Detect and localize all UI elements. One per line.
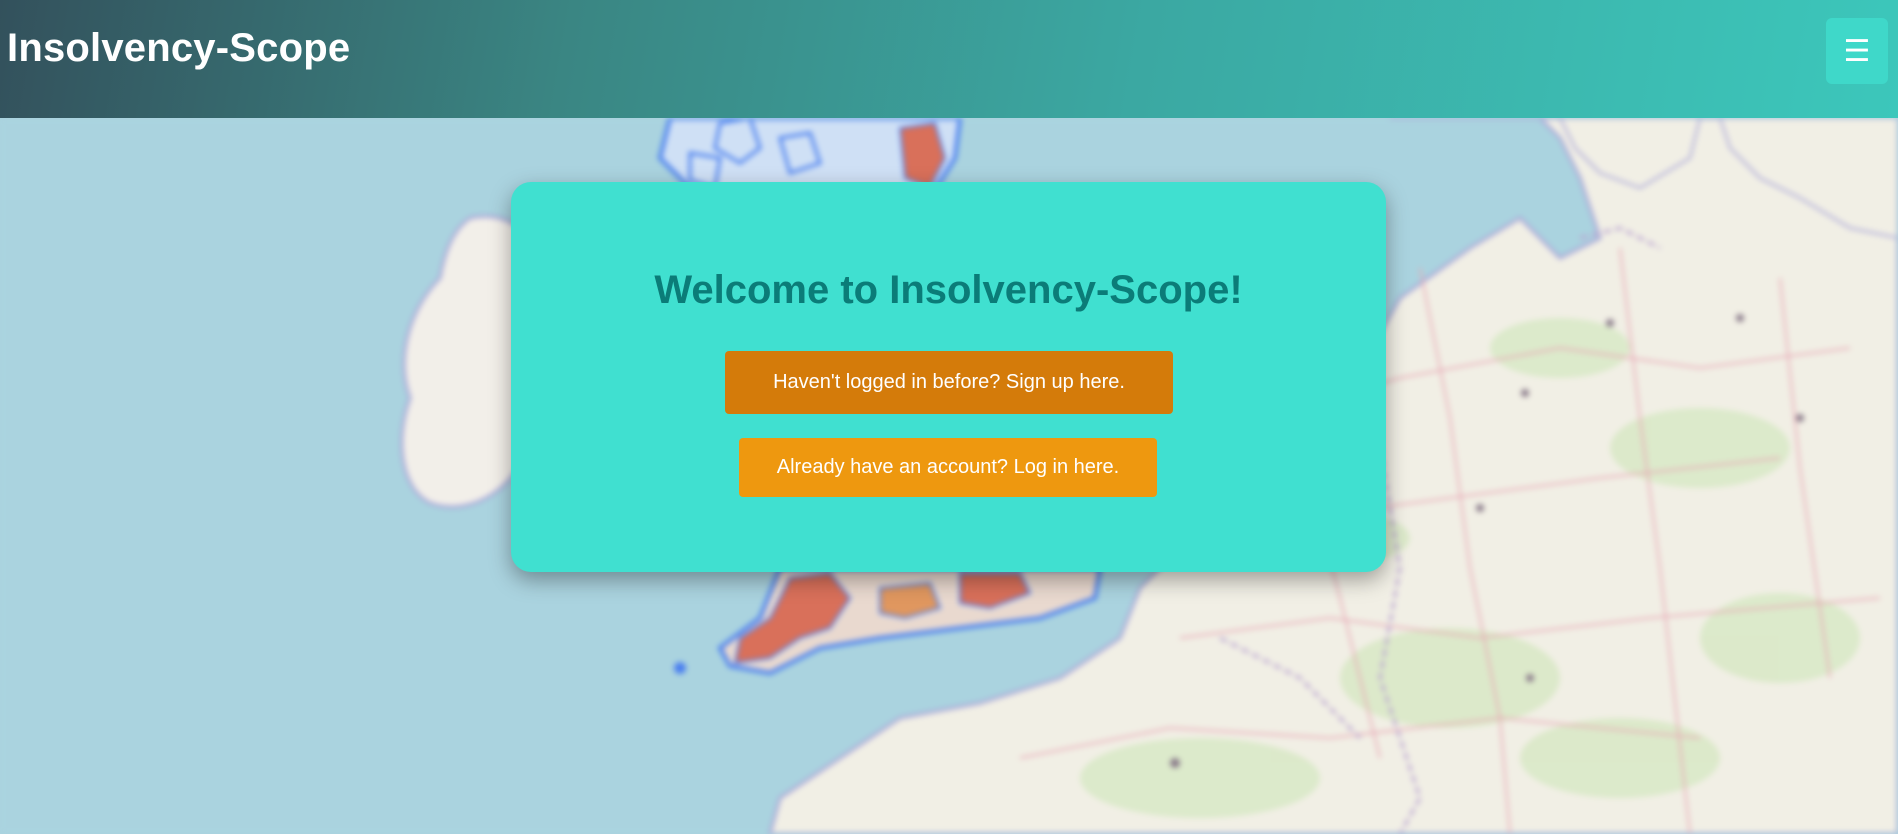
login-button[interactable]: Already have an account? Log in here. bbox=[739, 438, 1157, 497]
island-marker bbox=[674, 662, 686, 674]
hamburger-menu-button[interactable]: ☰ bbox=[1826, 18, 1888, 84]
page: Insolvency-Scope ☰ Welcome to Insolvency… bbox=[0, 0, 1898, 834]
app-title[interactable]: Insolvency-Scope bbox=[7, 26, 350, 71]
welcome-title: Welcome to Insolvency-Scope! bbox=[654, 268, 1243, 312]
signup-button[interactable]: Haven't logged in before? Sign up here. bbox=[725, 351, 1173, 414]
hamburger-icon: ☰ bbox=[1843, 34, 1871, 68]
welcome-card: Welcome to Insolvency-Scope! Haven't log… bbox=[511, 182, 1386, 572]
top-navbar: Insolvency-Scope ☰ bbox=[0, 0, 1898, 118]
